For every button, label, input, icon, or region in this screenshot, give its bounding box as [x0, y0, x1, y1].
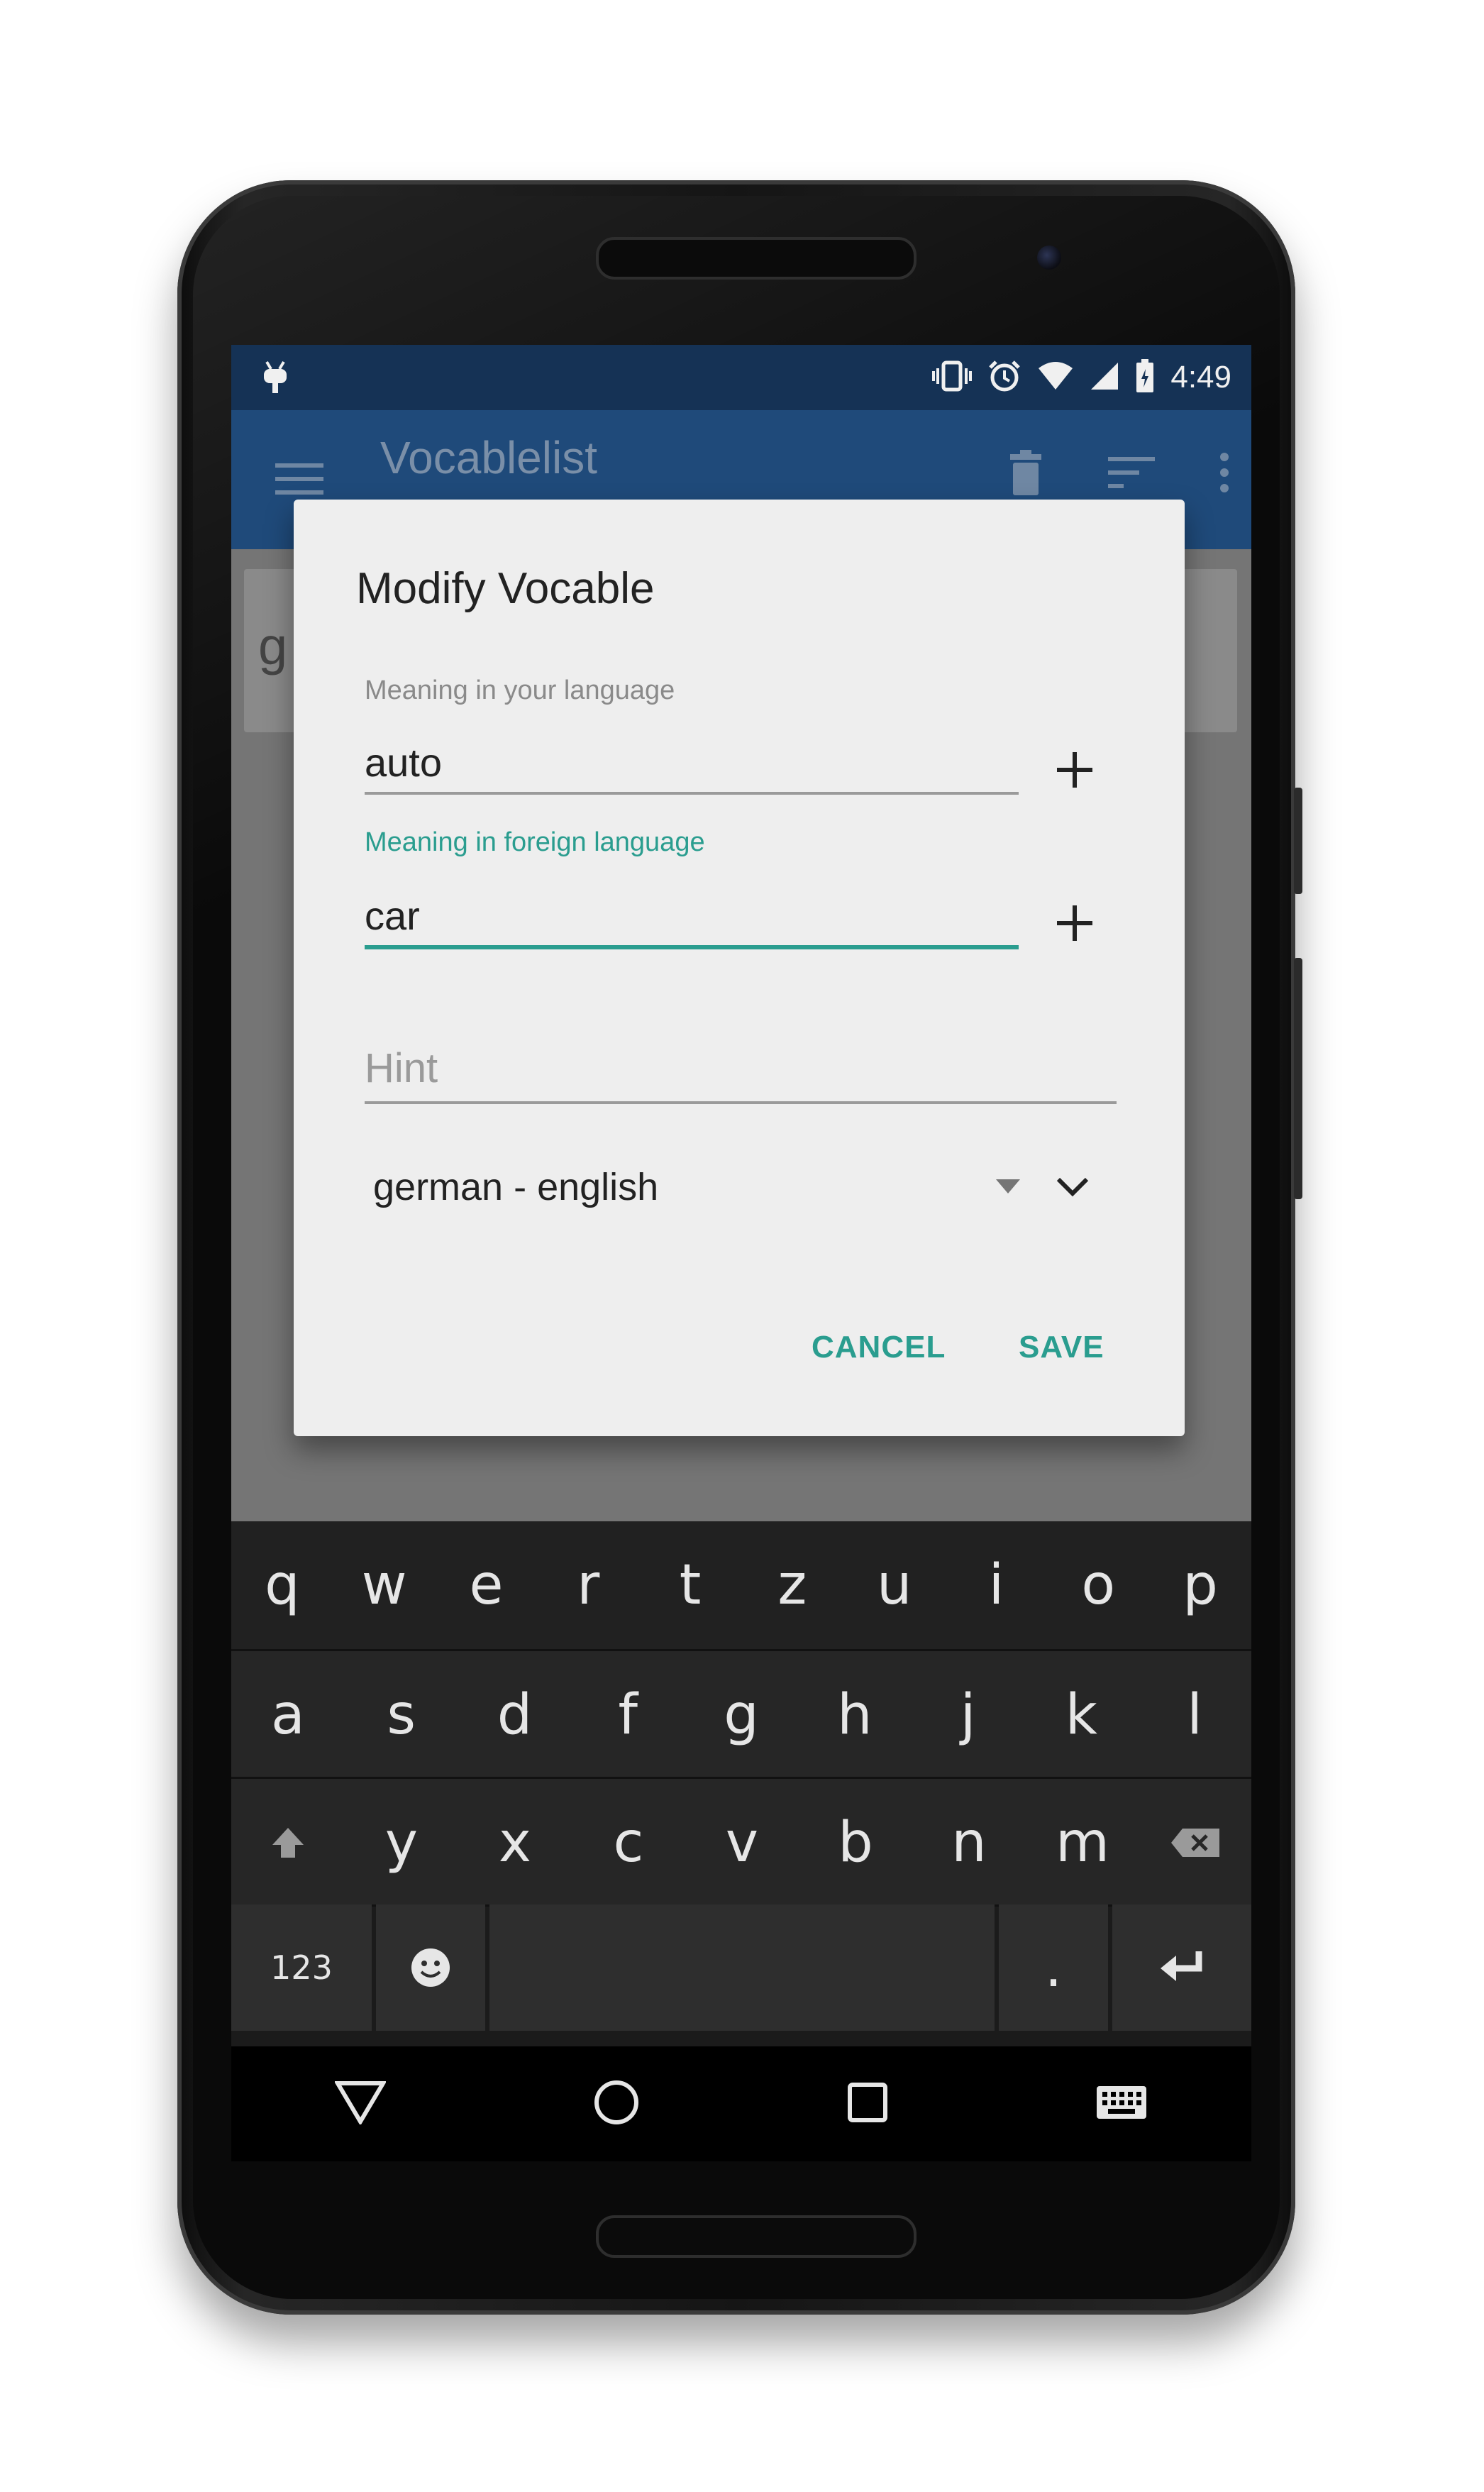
- menu-icon[interactable]: [275, 461, 323, 500]
- add-native-meaning-button[interactable]: [1050, 745, 1100, 795]
- key-e[interactable]: e: [436, 1521, 538, 1649]
- battery-icon: [1135, 358, 1155, 397]
- status-time: 4:49: [1170, 360, 1231, 395]
- add-foreign-meaning-button[interactable]: [1050, 898, 1100, 948]
- power-button: [1294, 788, 1302, 894]
- backspace-icon: [1171, 1829, 1219, 1857]
- list-item-text: g: [258, 617, 288, 676]
- modify-vocable-dialog: Modify Vocable Meaning in your language …: [294, 500, 1185, 1436]
- status-bar: 4:49: [231, 345, 1251, 410]
- plus-icon: [1057, 905, 1092, 941]
- chevron-down-icon[interactable]: [1056, 1175, 1090, 1201]
- key-v[interactable]: v: [685, 1779, 799, 1907]
- native-meaning-label: Meaning in your language: [365, 676, 675, 705]
- emoji-icon: [411, 1948, 450, 1987]
- keyboard-row-3: y x c v b n m: [231, 1777, 1251, 1907]
- key-z[interactable]: z: [741, 1521, 843, 1649]
- delete-icon[interactable]: [1007, 450, 1044, 499]
- key-i[interactable]: i: [946, 1521, 1048, 1649]
- status-icons: 4:49: [932, 358, 1231, 397]
- key-u[interactable]: u: [843, 1521, 946, 1649]
- wifi-icon: [1037, 361, 1074, 395]
- key-t[interactable]: t: [639, 1521, 741, 1649]
- cancel-button[interactable]: CANCEL: [812, 1330, 946, 1365]
- more-vert-icon[interactable]: [1219, 451, 1230, 497]
- space-key[interactable]: [489, 1904, 995, 2031]
- key-c[interactable]: c: [572, 1779, 685, 1907]
- hint-underline: [365, 1101, 1117, 1104]
- shift-icon: [272, 1828, 304, 1858]
- alarm-icon: [987, 359, 1021, 397]
- key-d[interactable]: d: [458, 1651, 572, 1779]
- enter-key[interactable]: [1112, 1904, 1251, 2031]
- key-x[interactable]: x: [458, 1779, 572, 1907]
- keyboard-switch-icon[interactable]: [1095, 2085, 1148, 2124]
- key-r[interactable]: r: [537, 1521, 639, 1649]
- key-w[interactable]: w: [333, 1521, 436, 1649]
- period-key[interactable]: .: [999, 1904, 1108, 2031]
- key-b[interactable]: b: [799, 1779, 912, 1907]
- key-o[interactable]: o: [1047, 1521, 1149, 1649]
- shift-key[interactable]: [231, 1779, 345, 1907]
- android-debug-icon: [261, 359, 289, 395]
- phone-screen: 4:49 Vocablelist g Modify Vocable Meanin…: [231, 345, 1251, 2161]
- key-y[interactable]: y: [345, 1779, 458, 1907]
- dialog-title: Modify Vocable: [356, 564, 655, 613]
- native-meaning-input[interactable]: auto: [365, 739, 442, 785]
- key-h[interactable]: h: [798, 1651, 912, 1779]
- top-speaker: [596, 237, 917, 280]
- symbols-key[interactable]: 123: [231, 1904, 372, 2031]
- keyboard-row-1: q w e r t z u i o p: [231, 1521, 1251, 1649]
- key-n[interactable]: n: [912, 1779, 1026, 1907]
- key-l[interactable]: l: [1138, 1651, 1251, 1779]
- front-camera: [1037, 246, 1061, 270]
- key-p[interactable]: p: [1149, 1521, 1251, 1649]
- keyboard-row-2: a s d f g h j k l: [231, 1649, 1251, 1779]
- app-actions: [1007, 450, 1230, 499]
- key-j[interactable]: j: [912, 1651, 1025, 1779]
- native-meaning-underline: [365, 792, 1019, 795]
- key-g[interactable]: g: [685, 1651, 798, 1779]
- key-m[interactable]: m: [1026, 1779, 1139, 1907]
- sort-icon[interactable]: [1108, 455, 1155, 494]
- foreign-meaning-label: Meaning in foreign language: [365, 827, 705, 857]
- back-nav-icon[interactable]: [333, 2080, 387, 2128]
- home-nav-icon[interactable]: [593, 2079, 640, 2129]
- hint-input[interactable]: Hint: [365, 1044, 438, 1092]
- app-title: Vocablelist: [380, 432, 597, 483]
- vibrate-icon: [932, 360, 973, 396]
- plus-icon: [1057, 752, 1092, 788]
- recents-nav-icon[interactable]: [847, 2082, 888, 2127]
- emoji-key[interactable]: [376, 1904, 485, 2031]
- backspace-key[interactable]: [1139, 1779, 1251, 1907]
- signal-icon: [1090, 361, 1119, 395]
- save-button[interactable]: SAVE: [1019, 1330, 1104, 1365]
- foreign-meaning-input[interactable]: car: [365, 893, 420, 939]
- key-q[interactable]: q: [231, 1521, 333, 1649]
- key-s[interactable]: s: [345, 1651, 458, 1779]
- key-a[interactable]: a: [231, 1651, 345, 1779]
- navigation-bar: [231, 2046, 1251, 2161]
- soft-keyboard: q w e r t z u i o p a s d f g h j k l y …: [231, 1521, 1251, 2049]
- bottom-speaker: [596, 2215, 917, 2258]
- spinner-arrow-icon[interactable]: [996, 1179, 1020, 1197]
- enter-icon: [1161, 1951, 1202, 1981]
- foreign-meaning-underline: [365, 945, 1019, 949]
- key-f[interactable]: f: [571, 1651, 685, 1779]
- language-pair-spinner[interactable]: german - english: [373, 1165, 658, 1209]
- volume-button: [1294, 958, 1302, 1199]
- key-k[interactable]: k: [1024, 1651, 1138, 1779]
